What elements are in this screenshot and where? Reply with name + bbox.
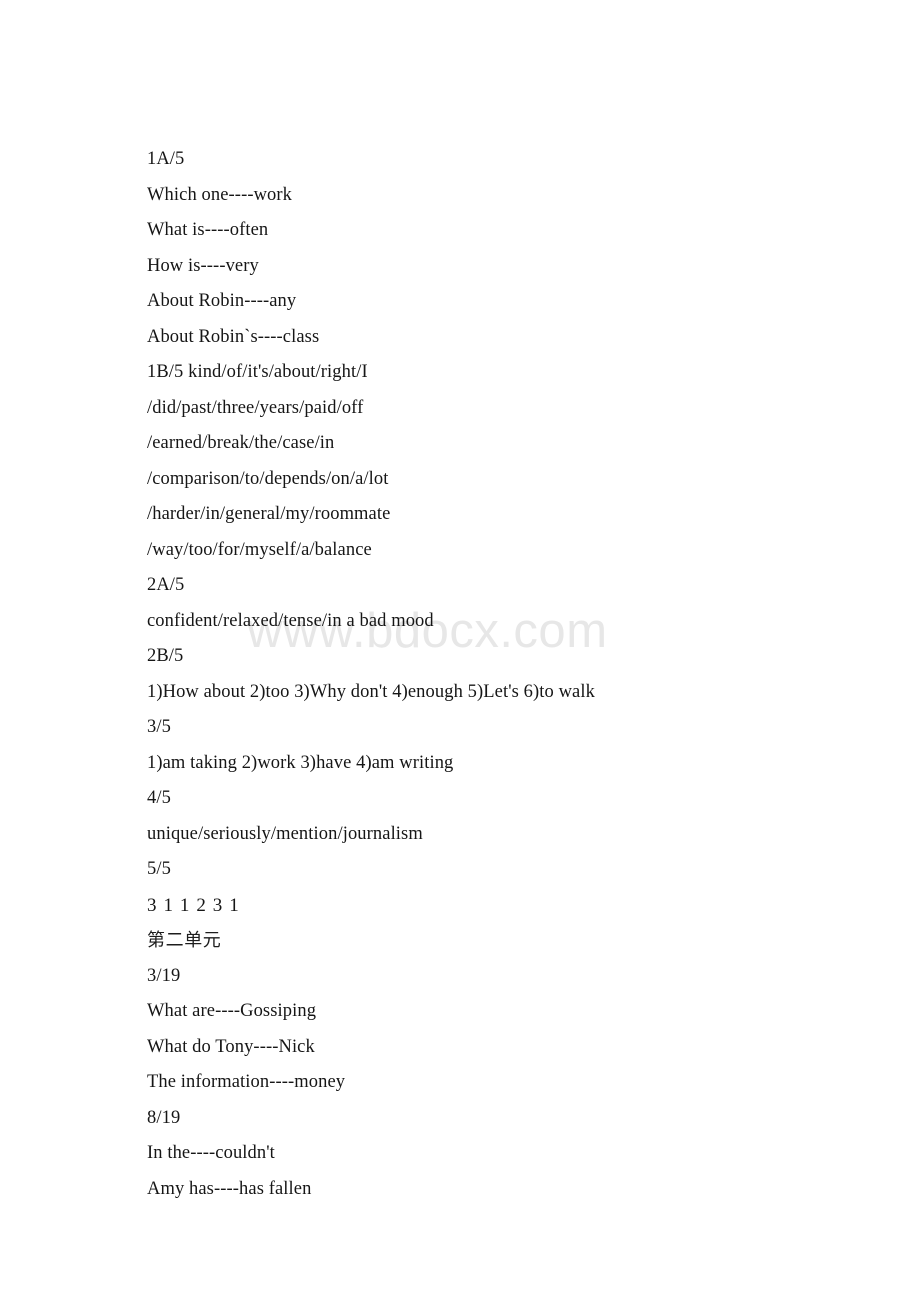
text-line: 3/5 xyxy=(147,717,171,737)
text-line: /earned/break/the/case/in xyxy=(147,433,335,453)
text-line: 第二单元 xyxy=(147,930,222,951)
text-line: Which one----work xyxy=(147,184,293,205)
text-line: Amy has----has fallen xyxy=(147,1178,312,1199)
text-line: 1)How about 2)too 3)Why don't 4)enough 5… xyxy=(147,681,595,702)
text-line: 5/5 xyxy=(147,859,171,879)
text-line: The information----money xyxy=(147,1072,346,1092)
text-line: 3/19 xyxy=(147,965,181,986)
text-line: 4/5 xyxy=(147,788,171,808)
text-line: 1A/5 xyxy=(147,149,185,169)
document-page: www.bdocx.com 1A/5 Which one----work What … xyxy=(0,0,920,1302)
text-line: /way/too/for/myself/a/balance xyxy=(147,539,372,560)
text-line: 2B/5 xyxy=(147,646,184,666)
text-line: How is----very xyxy=(147,255,259,276)
text-line: In the----couldn't xyxy=(147,1143,275,1163)
text-line: /comparison/to/depends/on/a/lot xyxy=(147,468,389,489)
text-line: 2A/5 xyxy=(147,575,185,595)
text-line: What do Tony----Nick xyxy=(147,1036,315,1057)
text-line: confident/relaxed/tense/in a bad mood xyxy=(147,610,434,631)
text-line: About Robin`s----class xyxy=(147,326,320,347)
text-line: unique/seriously/mention/journalism xyxy=(147,823,423,844)
text-line: /did/past/three/years/paid/off xyxy=(147,397,364,418)
text-line: 8/19 xyxy=(147,1107,181,1128)
text-line: 1)am taking 2)work 3)have 4)am writing xyxy=(147,752,454,773)
text-line: What are----Gossiping xyxy=(147,1001,317,1021)
text-line: /harder/in/general/my/roommate xyxy=(147,504,391,524)
text-line: 3 1 1 2 3 1 xyxy=(147,894,240,916)
text-line: What is----often xyxy=(147,220,269,240)
text-line: 1B/5 kind/of/it's/about/right/I xyxy=(147,362,368,382)
text-line: About Robin----any xyxy=(147,291,297,311)
document-text-body: 1A/5 Which one----work What is----often How… xyxy=(147,142,847,1207)
